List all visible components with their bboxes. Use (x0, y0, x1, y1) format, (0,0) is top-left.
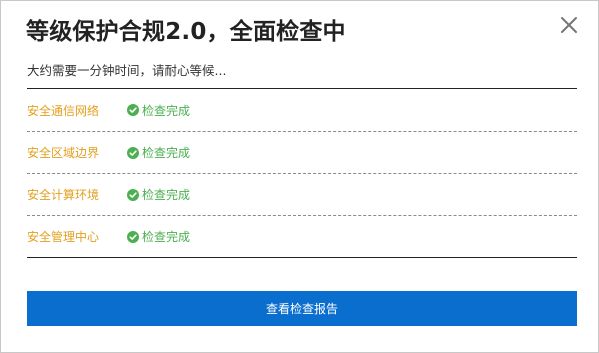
check-circle-icon (127, 104, 139, 116)
check-row: 安全区域边界 检查完成 (27, 131, 577, 173)
check-status-text: 检查完成 (142, 146, 191, 160)
check-row: 安全计算环境 检查完成 (27, 173, 577, 215)
check-row: 安全管理中心 检查完成 (27, 215, 577, 257)
compliance-check-dialog: 等级保护合规2.0，全面检查中 大约需要一分钟时间，请耐心等候... 安全通信网… (0, 0, 599, 353)
check-status-text: 检查完成 (142, 188, 191, 202)
check-status: 检查完成 (127, 228, 190, 245)
check-status: 检查完成 (127, 102, 190, 119)
check-circle-icon (127, 188, 139, 201)
check-row: 安全通信网络 检查完成 (27, 89, 577, 131)
dialog-title: 等级保护合规2.0，全面检查中 (26, 19, 346, 45)
check-circle-icon (127, 146, 139, 159)
dialog-subtitle: 大约需要一分钟时间，请耐心等候... (27, 63, 227, 78)
check-status-text: 检查完成 (142, 230, 191, 244)
check-item-label: 安全管理中心 (27, 230, 100, 244)
check-list: 安全通信网络 检查完成 安全区域边界 检查完成 安全计算环境 检查完成 安全管理… (27, 88, 577, 258)
check-item-label: 安全通信网络 (27, 103, 100, 118)
check-status: 检查完成 (127, 186, 190, 203)
check-status-text: 检查完成 (142, 103, 191, 118)
check-status: 检查完成 (127, 144, 190, 161)
check-item-label: 安全计算环境 (27, 188, 100, 202)
check-circle-icon (127, 230, 139, 243)
close-icon (561, 17, 577, 33)
view-report-button[interactable]: 查看检查报告 (27, 291, 577, 326)
close-button[interactable] (558, 14, 580, 36)
check-item-label: 安全区域边界 (27, 146, 100, 160)
